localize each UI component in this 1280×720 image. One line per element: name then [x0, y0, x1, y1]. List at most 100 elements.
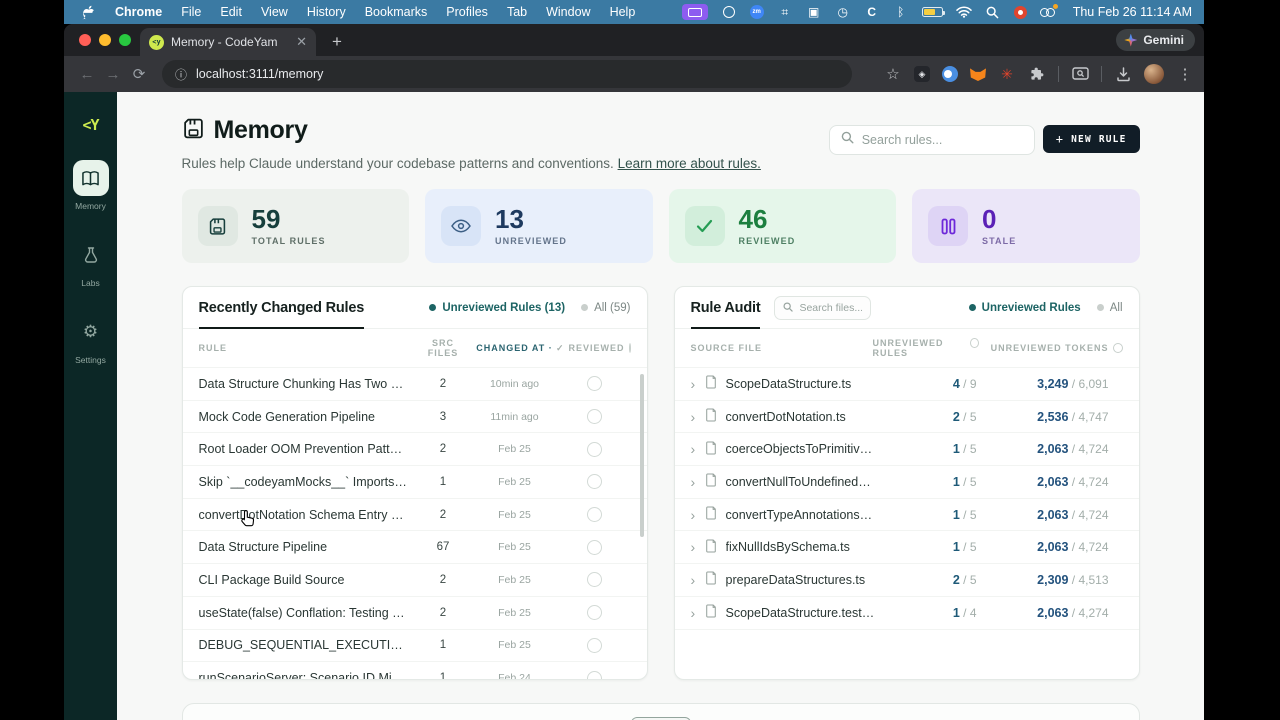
menu-view[interactable]: View	[261, 5, 288, 19]
reviewed-radio[interactable]	[587, 540, 602, 555]
rule-row[interactable]: useState(false) Conflation: Testing Stra…	[183, 597, 647, 630]
spotlight-icon[interactable]	[985, 4, 1001, 20]
new-tab-button[interactable]: +	[332, 32, 342, 56]
menu-history[interactable]: History	[307, 5, 346, 19]
browser-tab[interactable]: <y Memory - CodeYam ✕	[140, 28, 316, 56]
audit-row[interactable]: › convertNullToUndefinedBySch... 1 / 5 2…	[675, 466, 1139, 499]
chevron-right-icon[interactable]: ›	[691, 572, 705, 588]
menu-window[interactable]: Window	[546, 5, 590, 19]
reviewed-radio[interactable]	[587, 507, 602, 522]
red-app-icon[interactable]	[1014, 6, 1027, 19]
reviewed-radio[interactable]	[587, 638, 602, 653]
panel-scrollbar[interactable]	[640, 374, 644, 537]
sidebar-item-memory[interactable]: Memory	[73, 160, 109, 211]
rules-search[interactable]	[829, 125, 1035, 155]
rules-panel-title[interactable]: Recently Changed Rules	[199, 287, 365, 328]
menubar-app-name[interactable]: Chrome	[115, 5, 162, 19]
extensions-puzzle-icon[interactable]	[1028, 65, 1046, 83]
filter-unreviewed-files[interactable]: Unreviewed Rules	[969, 302, 1081, 314]
menu-edit[interactable]: Edit	[220, 5, 242, 19]
rules-search-input[interactable]	[862, 133, 1023, 147]
rule-row[interactable]: Root Loader OOM Prevention Patterns 2 Fe…	[183, 433, 647, 466]
info-circle-icon[interactable]	[1113, 343, 1123, 353]
filter-unreviewed-rules[interactable]: Unreviewed Rules (13)	[429, 302, 565, 314]
spiral-app-icon[interactable]	[721, 4, 737, 20]
col-reviewed[interactable]: ✓ REVIEWED	[559, 343, 631, 354]
rule-row[interactable]: convertDotNotation Schema Entry Ord... 2…	[183, 499, 647, 532]
battery-icon[interactable]	[922, 7, 943, 17]
minimize-window-button[interactable]	[99, 34, 111, 46]
download-icon[interactable]	[1114, 65, 1132, 83]
chevron-right-icon[interactable]: ›	[691, 474, 705, 490]
extension-2-icon[interactable]	[942, 66, 958, 82]
audit-row[interactable]: › convertDotNotation.ts 2 / 5 2,536 / 4,…	[675, 401, 1139, 434]
files-search-input[interactable]	[799, 302, 862, 314]
chevron-right-icon[interactable]: ›	[691, 376, 705, 392]
menu-profiles[interactable]: Profiles	[446, 5, 488, 19]
col-source-file[interactable]: SOURCE FILE	[691, 343, 873, 353]
rule-row[interactable]: Mock Code Generation Pipeline 3 11min ag…	[183, 401, 647, 434]
audit-row[interactable]: › fixNullIdsBySchema.ts 1 / 5 2,063 / 4,…	[675, 531, 1139, 564]
reviewed-radio[interactable]	[587, 605, 602, 620]
bluetooth-icon[interactable]: ᛒ	[893, 4, 909, 20]
chevron-right-icon[interactable]: ›	[691, 409, 705, 425]
menu-tab[interactable]: Tab	[507, 5, 527, 19]
audit-row[interactable]: › ScopeDataStructure.test.ts 1 / 4 2,063…	[675, 597, 1139, 630]
menubar-clock[interactable]: Thu Feb 26 11:14 AM	[1073, 5, 1192, 19]
rule-row[interactable]: runScenarioServer: Scenario ID Misma... …	[183, 662, 647, 679]
reload-icon[interactable]: ⟳	[126, 65, 152, 83]
metamask-icon[interactable]	[970, 67, 986, 81]
wifi-icon[interactable]	[956, 4, 972, 20]
reviewed-radio[interactable]	[587, 376, 602, 391]
chevron-right-icon[interactable]: ›	[691, 605, 705, 621]
forward-icon[interactable]: →	[100, 66, 126, 83]
clock-app-icon[interactable]: ◷	[835, 4, 851, 20]
col-changed-at[interactable]: CHANGED AT ·	[471, 343, 559, 353]
chevron-right-icon[interactable]: ›	[691, 441, 705, 457]
back-icon[interactable]: ←	[74, 66, 100, 83]
profile-avatar[interactable]	[1144, 64, 1164, 84]
menu-bookmarks[interactable]: Bookmarks	[365, 5, 428, 19]
reviewed-radio[interactable]	[587, 409, 602, 424]
address-bar[interactable]: ⓘ localhost:3111/memory	[162, 60, 852, 88]
audit-row[interactable]: › coerceObjectsToPrimitivesByS... 1 / 5 …	[675, 433, 1139, 466]
audit-row[interactable]: › prepareDataStructures.ts 2 / 5 2,309 /…	[675, 564, 1139, 597]
col-unreviewed-tokens[interactable]: UNREVIEWED TOKENS	[983, 343, 1123, 353]
reviewed-radio[interactable]	[587, 474, 602, 489]
audit-row[interactable]: › convertTypeAnnotationsToValu... 1 / 5 …	[675, 499, 1139, 532]
close-window-button[interactable]	[79, 34, 91, 46]
filter-all-rules[interactable]: All (59)	[581, 302, 630, 314]
kebab-menu-icon[interactable]: ⋮	[1176, 65, 1194, 83]
rule-row[interactable]: DEBUG_SEQUENTIAL_EXECUTION Mu... 1 Feb 2…	[183, 630, 647, 663]
col-rule[interactable]: RULE	[199, 343, 416, 353]
col-src-files[interactable]: SRC FILES	[416, 338, 471, 358]
info-circle-icon[interactable]	[970, 338, 979, 348]
site-info-icon[interactable]: ⓘ	[175, 66, 187, 83]
tab-search-icon[interactable]	[1071, 65, 1089, 83]
rule-row[interactable]: Data Structure Pipeline 67 Feb 25	[183, 531, 647, 564]
menu-file[interactable]: File	[181, 5, 201, 19]
rule-row[interactable]: CLI Package Build Source 2 Feb 25	[183, 564, 647, 597]
chevron-right-icon[interactable]: ›	[691, 539, 705, 555]
info-circle-icon[interactable]	[629, 343, 631, 353]
col-unreviewed-rules[interactable]: UNREVIEWED RULES	[873, 338, 983, 358]
audit-panel-title[interactable]: Rule Audit	[691, 287, 761, 328]
filter-all-files[interactable]: All	[1097, 302, 1123, 314]
box-app-icon[interactable]: ▣	[806, 4, 822, 20]
extension-1-icon[interactable]: ◈	[914, 66, 930, 82]
screen-share-icon[interactable]	[682, 4, 708, 20]
rule-row[interactable]: Data Structure Chunking Has Two Limit...…	[183, 368, 647, 401]
zoom-app-icon[interactable]: zm	[750, 5, 764, 19]
sidebar-item-labs[interactable]: Labs	[73, 237, 109, 288]
sidebar-item-settings[interactable]: ⚙ Settings	[73, 314, 109, 365]
extension-3-icon[interactable]: ✳	[998, 65, 1016, 83]
grid-app-icon[interactable]: ⌗	[777, 4, 793, 20]
user-switch-icon[interactable]	[1040, 6, 1056, 18]
reviewed-radio[interactable]	[587, 572, 602, 587]
rule-row[interactable]: Skip `__codeyamMocks__` Imports in... 1 …	[183, 466, 647, 499]
reviewed-radio[interactable]	[587, 442, 602, 457]
chevron-right-icon[interactable]: ›	[691, 507, 705, 523]
tab-close-icon[interactable]: ✕	[296, 34, 307, 50]
files-search[interactable]	[774, 296, 871, 320]
menu-help[interactable]: Help	[610, 5, 636, 19]
